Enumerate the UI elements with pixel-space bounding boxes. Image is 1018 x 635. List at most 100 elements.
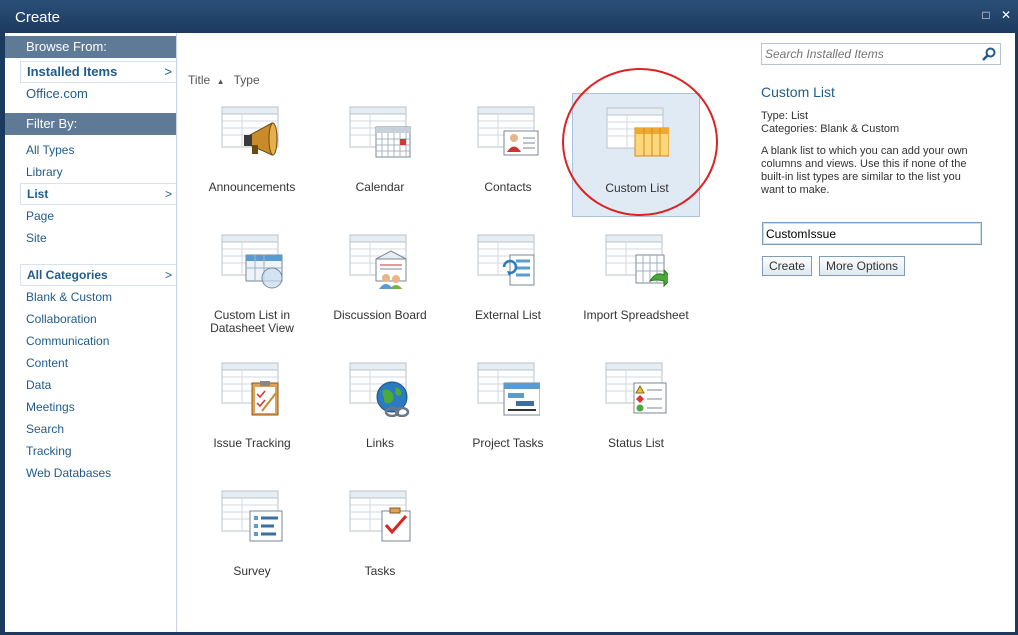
category-data[interactable]: Data xyxy=(20,375,176,395)
search-input[interactable] xyxy=(765,46,975,62)
details-description: A blank list to which you can add your o… xyxy=(761,145,968,196)
maximize-icon[interactable]: □ xyxy=(978,7,994,23)
category-web-databases[interactable]: Web Databases xyxy=(20,463,176,483)
list-name-input[interactable] xyxy=(762,222,982,245)
sort-bar: Title ▲ Type xyxy=(188,73,260,87)
template-tile-import-spreadsheet[interactable]: Import Spreadsheet xyxy=(572,221,700,345)
filter-by-label: Filter By: xyxy=(26,116,78,131)
custom-list-icon xyxy=(606,107,669,157)
tile-label: Contacts xyxy=(484,180,532,194)
external-list-icon xyxy=(477,234,535,286)
template-tile-survey[interactable]: Survey xyxy=(188,477,316,601)
filter-by-header: Filter By: xyxy=(5,113,176,135)
category-all-categories[interactable]: All Categories > xyxy=(20,264,176,286)
contact-card-icon xyxy=(477,106,539,156)
filter-library-label: Library xyxy=(26,165,63,179)
tile-label: Calendar xyxy=(355,180,405,194)
browse-installed-items[interactable]: Installed Items > xyxy=(20,61,176,83)
browse-from-label: Browse From: xyxy=(26,39,107,54)
category-communication[interactable]: Communication xyxy=(20,331,176,351)
details-type: Type: List xyxy=(761,110,809,122)
globe-link-icon xyxy=(349,362,410,417)
filter-all-types-label: All Types xyxy=(26,143,75,157)
filter-list-label: List xyxy=(27,187,49,201)
template-tile-links[interactable]: Links xyxy=(316,349,444,473)
megaphone-icon xyxy=(221,106,279,156)
chevron-right-icon: > xyxy=(164,268,172,282)
search-box xyxy=(761,43,1001,65)
tile-label: Custom List xyxy=(605,181,669,195)
tile-label: Status List xyxy=(607,436,665,450)
filter-library[interactable]: Library xyxy=(20,162,176,182)
template-tile-external-list[interactable]: External List xyxy=(444,221,572,345)
category-tracking[interactable]: Tracking xyxy=(20,441,176,461)
title-bar: Create □ ✕ xyxy=(0,0,1018,33)
category-content-label: Content xyxy=(26,356,69,370)
template-tile-contacts[interactable]: Contacts xyxy=(444,93,572,217)
template-tile-issue-tracking[interactable]: Issue Tracking xyxy=(188,349,316,473)
browse-installed-items-label: Installed Items xyxy=(27,64,118,79)
close-icon[interactable]: ✕ xyxy=(998,7,1014,23)
more-options-button[interactable]: More Options xyxy=(819,256,906,276)
category-tracking-label: Tracking xyxy=(26,444,72,458)
dialog-title: Create xyxy=(15,9,61,26)
status-indicator-icon xyxy=(605,362,667,414)
template-tile-custom-list[interactable]: Custom List xyxy=(572,93,700,217)
tile-label: Announcements xyxy=(208,180,296,194)
category-blank-custom-label: Blank & Custom xyxy=(26,290,113,304)
chevron-right-icon: > xyxy=(164,64,172,79)
details-title: Custom List xyxy=(761,84,835,100)
template-tile-tasks[interactable]: Tasks xyxy=(316,477,444,601)
filter-site[interactable]: Site xyxy=(20,228,176,248)
category-meetings[interactable]: Meetings xyxy=(20,397,176,417)
survey-icon xyxy=(221,490,283,542)
chevron-right-icon: > xyxy=(164,187,172,201)
category-collaboration[interactable]: Collaboration xyxy=(20,309,176,329)
task-checkbox-icon xyxy=(349,490,411,542)
template-tile-calendar[interactable]: Calendar xyxy=(316,93,444,217)
tile-label: External List xyxy=(474,308,542,322)
template-tile-status-list[interactable]: Status List xyxy=(572,349,700,473)
category-data-label: Data xyxy=(26,378,52,392)
discussion-icon xyxy=(349,234,407,289)
sort-ascending-icon: ▲ xyxy=(216,77,225,86)
filter-site-label: Site xyxy=(26,231,47,245)
category-web-databases-label: Web Databases xyxy=(26,466,112,480)
calendar-icon xyxy=(349,106,411,158)
template-tile-discussion-board[interactable]: Discussion Board xyxy=(316,221,444,345)
filter-list[interactable]: List > xyxy=(20,183,176,205)
details-pane: Custom List Type: List Categories: Blank… xyxy=(752,33,1015,632)
left-navigation: Browse From: Installed Items > Office.co… xyxy=(5,33,177,632)
tile-label: Tasks xyxy=(364,564,396,578)
template-tile-announcements[interactable]: Announcements xyxy=(188,93,316,217)
template-tile-custom-list-in-datasheet-view[interactable]: Custom List in Datasheet View xyxy=(188,221,316,345)
category-all-categories-label: All Categories xyxy=(27,268,108,282)
datasheet-icon xyxy=(221,234,283,289)
tile-label: Custom List in Datasheet View xyxy=(210,308,294,335)
category-blank-custom[interactable]: Blank & Custom xyxy=(20,287,176,307)
filter-page-label: Page xyxy=(26,209,55,223)
issue-clipboard-icon xyxy=(221,362,279,416)
browse-office-com-label: Office.com xyxy=(26,86,88,101)
tile-label: Links xyxy=(365,436,394,450)
category-content[interactable]: Content xyxy=(20,353,176,373)
create-button[interactable]: Create xyxy=(762,256,813,276)
tile-label: Import Spreadsheet xyxy=(583,308,689,322)
filter-page[interactable]: Page xyxy=(20,206,176,226)
tile-label: Survey xyxy=(233,564,271,578)
category-communication-label: Communication xyxy=(26,334,110,348)
browse-office-com[interactable]: Office.com xyxy=(20,84,176,104)
gantt-icon xyxy=(477,362,540,416)
sort-by-type[interactable]: Type xyxy=(234,73,260,87)
spreadsheet-import-icon xyxy=(605,234,668,288)
filter-all-types[interactable]: All Types xyxy=(20,140,176,160)
category-search[interactable]: Search xyxy=(20,419,176,439)
details-categories: Categories: Blank & Custom xyxy=(761,123,900,135)
category-collaboration-label: Collaboration xyxy=(26,312,97,326)
browse-from-header: Browse From: xyxy=(5,36,176,58)
category-meetings-label: Meetings xyxy=(26,400,75,414)
sort-by-title[interactable]: Title xyxy=(188,73,210,87)
search-icon[interactable] xyxy=(981,46,997,62)
create-dialog: Create □ ✕ Browse From: Installed Items … xyxy=(0,0,1018,635)
template-tile-project-tasks[interactable]: Project Tasks xyxy=(444,349,572,473)
